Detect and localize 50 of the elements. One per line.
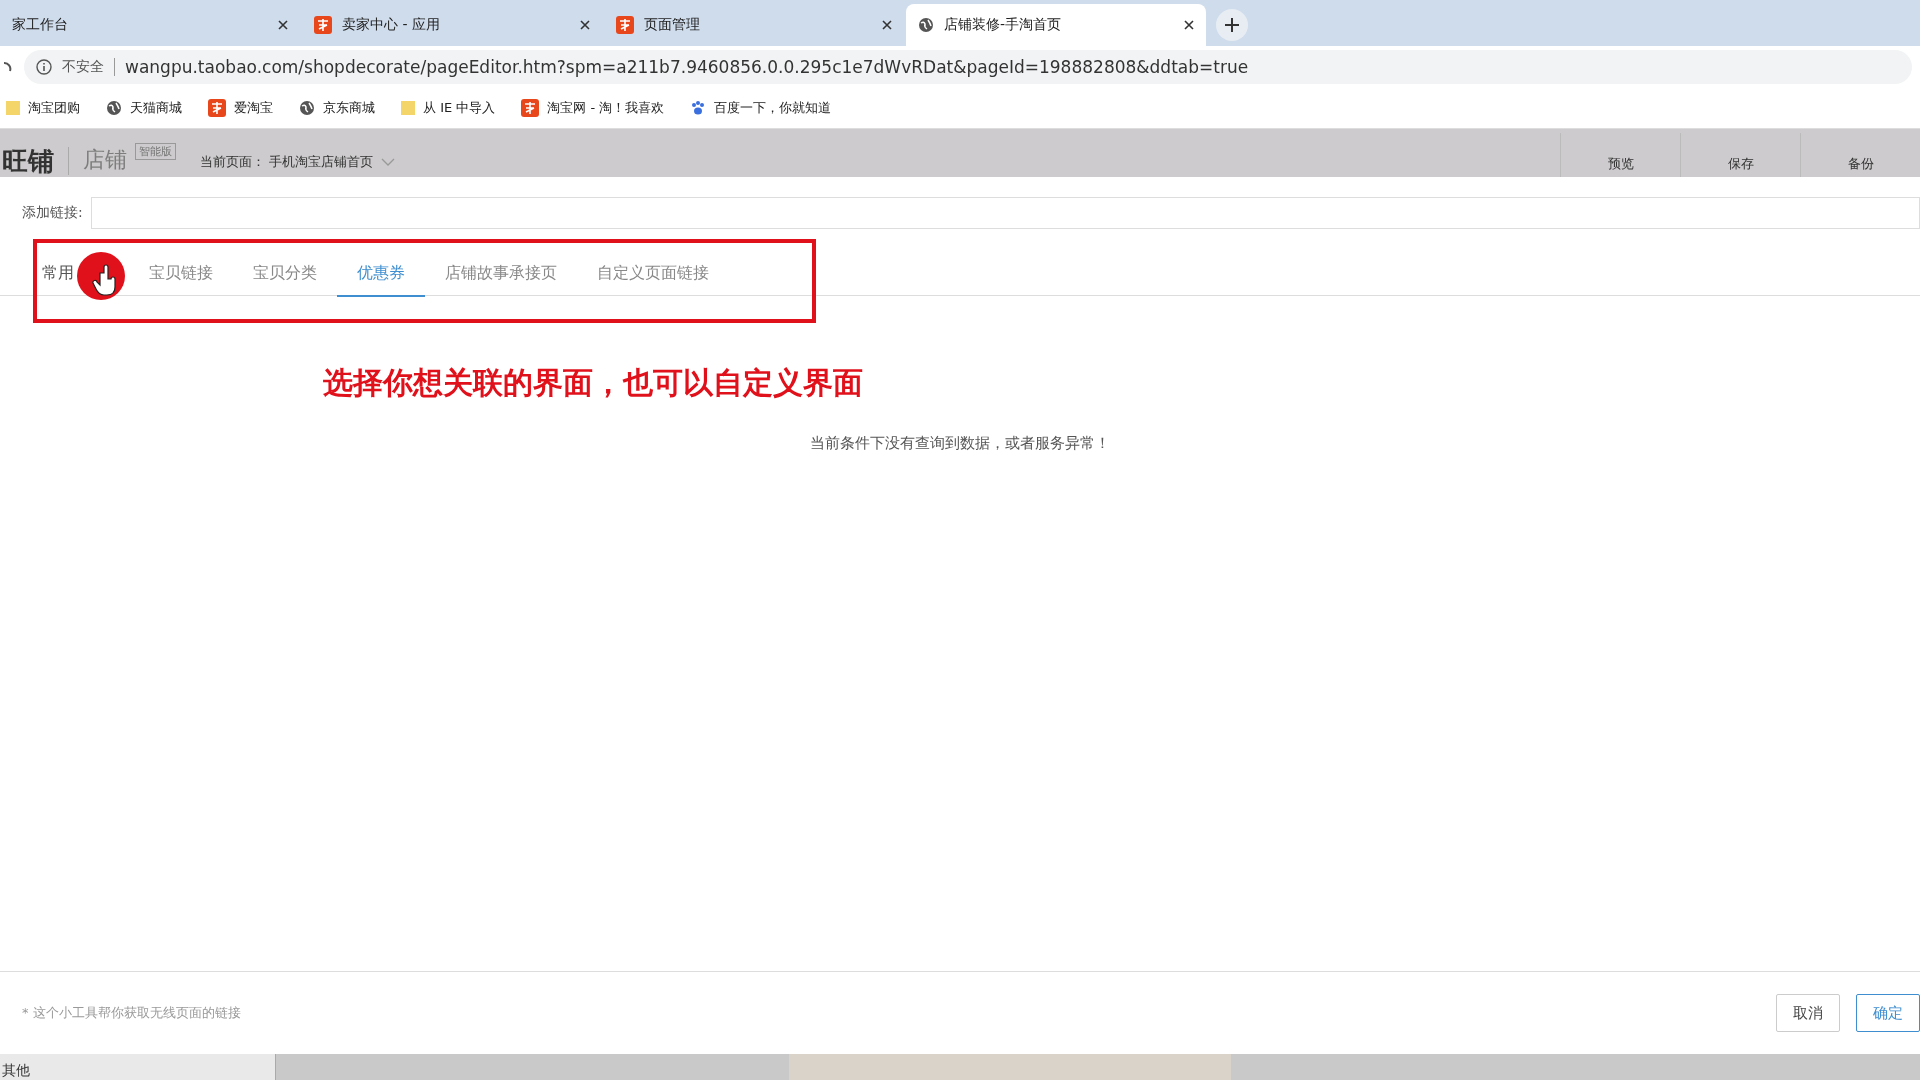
link-type-tab[interactable]: 店铺故事承接页 <box>425 251 577 297</box>
bookmark[interactable]: 天猫商城 <box>106 99 182 117</box>
taobao-logo-icon <box>616 16 634 34</box>
bookmark[interactable]: 爱淘宝 <box>208 99 273 117</box>
close-icon[interactable] <box>580 20 590 30</box>
folder-icon <box>6 100 20 116</box>
browser-tab[interactable]: 页面管理 <box>604 4 904 46</box>
close-icon[interactable] <box>882 20 892 30</box>
field-label: 添加链接: <box>22 204 83 222</box>
globe-icon <box>106 100 122 116</box>
edition-badge: 智能版 <box>135 143 176 160</box>
url-text: wangpu.taobao.com/shopdecorate/pageEditor.htm?spm=a211b7.9460856.0.0.295c1e7dWvRDat&pageId=198882808&ddtab=true <box>125 57 1249 77</box>
cancel-button[interactable]: 取消 <box>1776 994 1840 1032</box>
info-icon[interactable] <box>36 59 52 75</box>
annotation-text: 选择你想关联的界面，也可以自定义界面 <box>323 364 864 402</box>
confirm-button[interactable]: 确定 <box>1856 994 1920 1032</box>
paw-icon <box>690 100 707 116</box>
browser-tab[interactable]: 卖家中心 - 应用 <box>302 4 602 46</box>
new-tab-button[interactable] <box>1216 9 1248 41</box>
link-type-tab[interactable]: 自定义页面链接 <box>577 251 729 297</box>
taobao-logo-icon <box>208 99 226 117</box>
bookmark[interactable]: 京东商城 <box>299 99 375 117</box>
browser-tab[interactable]: 家工作台 <box>0 4 300 46</box>
empty-message: 当前条件下没有查询到数据，或者服务异常！ <box>810 434 1110 453</box>
cursor-highlight-icon <box>76 251 126 301</box>
taobao-logo-icon <box>314 16 332 34</box>
taobao-logo-icon <box>521 99 540 117</box>
browser-tab[interactable]: 店铺装修-手淘首页 <box>906 4 1206 46</box>
address-bar[interactable]: 不安全 wangpu.taobao.com/shopdecorate/pageEditor.htm?spm=a211b7.9460856.0.0.295c1e7dWvRDat&pageId=198882808&ddtab=true <box>24 50 1912 84</box>
plus-icon <box>1225 18 1239 32</box>
panel-label: 其他 <box>0 1054 276 1080</box>
footer-note: * 这个小工具帮你获取无线页面的链接 <box>22 1004 242 1022</box>
close-icon[interactable] <box>1184 20 1194 30</box>
brand-logo: 旺铺 <box>0 147 69 175</box>
security-label: 不安全 <box>62 58 115 76</box>
folder-icon <box>401 100 415 116</box>
bookmark[interactable]: 百度一下，你就知道 <box>690 99 832 117</box>
chevron-down-icon <box>381 158 396 166</box>
link-type-tab[interactable]: 宝贝分类 <box>233 251 337 297</box>
link-type-tab[interactable]: 常用 <box>42 251 74 297</box>
page-selector[interactable]: 当前页面： 手机淘宝店铺首页 <box>200 153 396 171</box>
link-input-field[interactable] <box>90 197 1920 229</box>
bookmark[interactable]: 淘宝团购 <box>6 99 80 117</box>
link-type-tab[interactable]: 宝贝链接 <box>129 251 233 297</box>
bookmark[interactable]: 淘宝网 - 淘！我喜欢 <box>521 99 665 117</box>
link-type-tab[interactable]: 优惠券 <box>337 251 425 297</box>
globe-icon <box>918 17 934 33</box>
bookmark[interactable]: 从 IE 中导入 <box>401 99 496 117</box>
close-icon[interactable] <box>278 20 288 30</box>
globe-icon <box>299 100 315 116</box>
